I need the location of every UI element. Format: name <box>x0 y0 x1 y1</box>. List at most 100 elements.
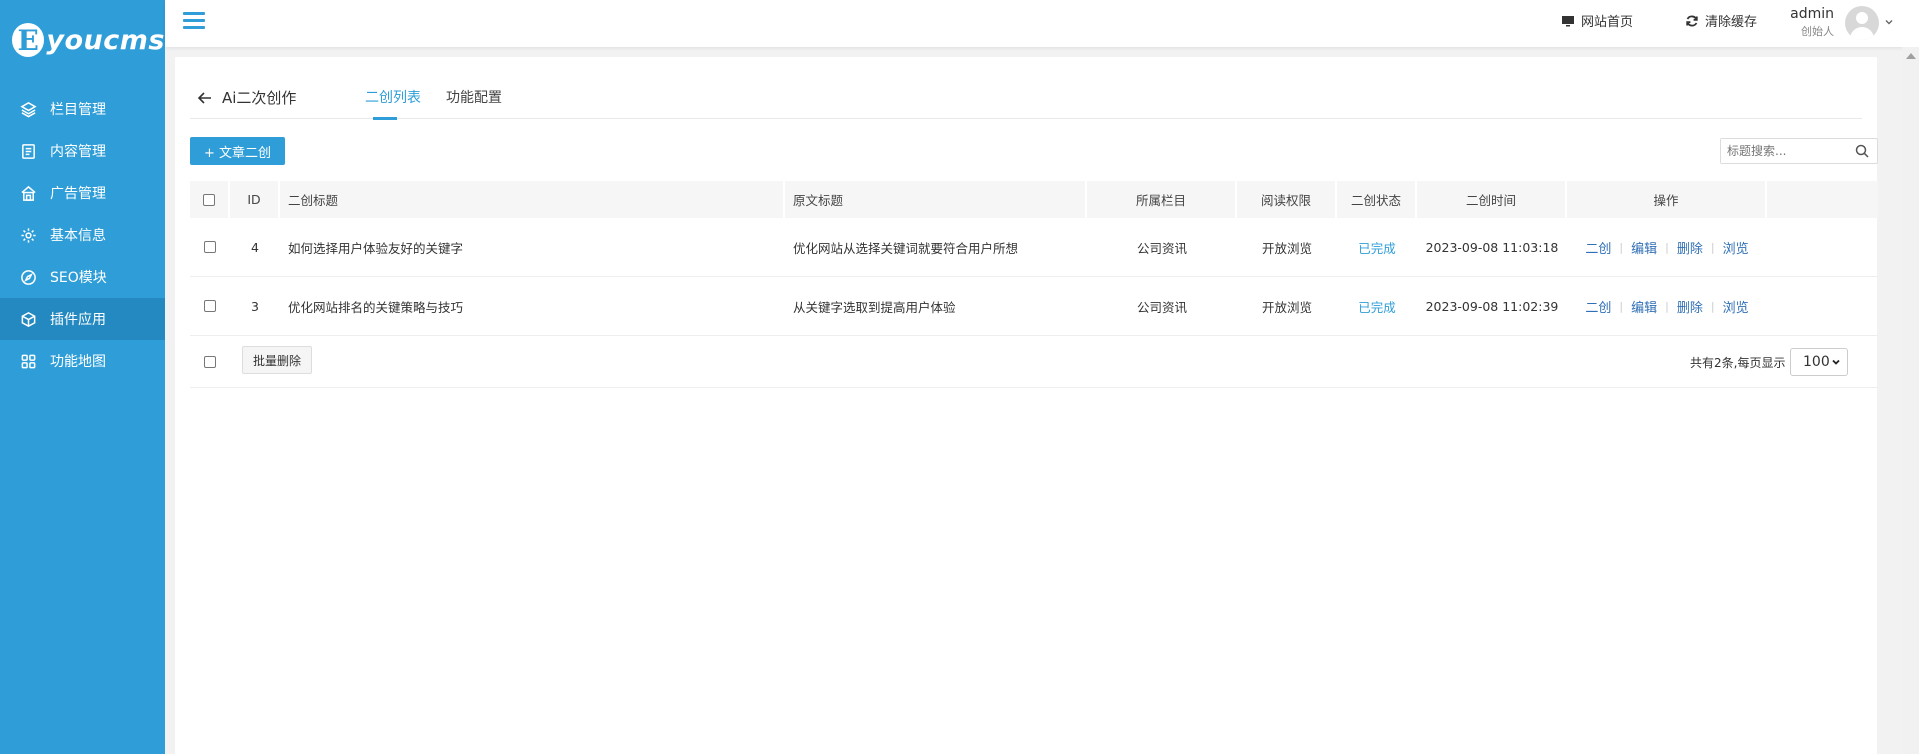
status-badge: 已完成 <box>1358 299 1396 315</box>
footer-checkbox-cell <box>190 336 230 387</box>
logo-mark: E <box>12 23 45 57</box>
select-all-checkbox[interactable] <box>203 193 215 206</box>
header-column: 所属栏目 <box>1087 181 1237 218</box>
header-operations: 操作 <box>1567 181 1767 218</box>
vertical-scrollbar[interactable] <box>1902 47 1919 754</box>
compass-icon <box>21 269 36 285</box>
view-link[interactable]: 浏览 <box>1723 238 1749 257</box>
clear-cache-link[interactable]: 清除缓存 <box>1685 11 1757 30</box>
layers-icon <box>20 101 37 117</box>
active-tab-indicator <box>373 117 397 120</box>
row-checkbox-cell <box>190 218 230 276</box>
row-title: 优化网站排名的关键策略与技巧 <box>288 299 464 315</box>
sidebar-item-basic-info[interactable]: 基本信息 <box>0 214 165 256</box>
table-header-row: ID 二创标题 原文标题 所属栏目 阅读权限 二创状态 二创时间 操作 <box>190 181 1878 218</box>
row-checkbox-cell <box>190 277 230 335</box>
header-original-title: 原文标题 <box>785 181 1087 218</box>
header-time: 二创时间 <box>1417 181 1567 218</box>
refresh-icon <box>1686 15 1698 26</box>
footer-select-all-checkbox[interactable] <box>204 355 216 368</box>
sidebar-item-plugins[interactable]: 插件应用 <box>0 298 165 340</box>
gear-icon <box>21 227 36 243</box>
row-checkbox[interactable] <box>204 300 216 312</box>
status-badge: 已完成 <box>1358 240 1396 256</box>
row-original-title: 优化网站从选择关键词就要符合用户所想 <box>793 240 1019 256</box>
sidebar-item-label: 栏目管理 <box>50 102 106 118</box>
user-role: 创始人 <box>1801 25 1834 38</box>
row-id: 3 <box>251 298 259 314</box>
logo-text: youcms <box>46 24 165 56</box>
sidebar-item-function-map[interactable]: 功能地图 <box>0 340 165 382</box>
row-title: 如何选择用户体验友好的关键字 <box>288 240 464 256</box>
menu-toggle-icon[interactable] <box>183 12 205 34</box>
row-column: 公司资讯 <box>1136 299 1187 315</box>
delete-link[interactable]: 删除 <box>1677 238 1703 257</box>
sidebar-item-seo[interactable]: SEO模块 <box>0 256 165 298</box>
avatar[interactable] <box>1845 6 1879 40</box>
arrow-left-icon <box>197 91 211 104</box>
chevron-down-icon[interactable] <box>1884 17 1894 27</box>
scroll-up-arrow-icon[interactable] <box>1906 53 1916 59</box>
rewrite-link[interactable]: 二创 <box>1585 238 1611 257</box>
site-home-label: 网站首页 <box>1581 15 1634 30</box>
grid-icon <box>21 354 36 368</box>
row-operations: 二创 | 编辑 | 删除 | 浏览 <box>1567 218 1767 276</box>
document-icon <box>22 143 35 159</box>
view-link[interactable]: 浏览 <box>1723 297 1749 316</box>
row-id: 4 <box>251 239 259 255</box>
delete-link[interactable]: 删除 <box>1677 297 1703 316</box>
sidebar-item-content[interactable]: 内容管理 <box>0 130 165 172</box>
row-permission: 开放浏览 <box>1261 240 1312 256</box>
back-button[interactable]: Ai二次创作 <box>196 87 296 108</box>
sidebar-item-label: 广告管理 <box>50 186 106 202</box>
page-size-select[interactable]: 100 <box>1790 348 1848 376</box>
tab-function-config[interactable]: 功能配置 <box>446 87 502 107</box>
topbar: 网站首页 清除缓存 admin 创始人 <box>165 0 1919 47</box>
sidebar-item-label: 基本信息 <box>50 228 106 244</box>
sidebar: E youcms 栏目管理 内容管理 广告管理 基本信息 SEO模块 插件应用 <box>0 0 165 754</box>
row-permission: 开放浏览 <box>1261 299 1312 315</box>
header-checkbox-cell <box>190 181 230 218</box>
table-row: 4 如何选择用户体验友好的关键字 优化网站从选择关键词就要符合用户所想 公司资讯… <box>190 218 1878 277</box>
chevron-down-icon <box>1832 359 1840 365</box>
sidebar-item-label: 插件应用 <box>50 312 106 328</box>
header-status: 二创状态 <box>1337 181 1417 218</box>
row-time: 2023-09-08 11:03:18 <box>1425 239 1559 255</box>
sidebar-item-label: SEO模块 <box>50 270 107 286</box>
monitor-icon <box>1562 15 1574 26</box>
site-home-link[interactable]: 网站首页 <box>1561 11 1633 30</box>
header-title: 二创标题 <box>280 181 785 218</box>
search-input[interactable] <box>1721 139 1851 163</box>
cube-icon <box>21 311 36 327</box>
add-rewrite-button[interactable]: + 文章二创 <box>190 137 285 165</box>
search-icon[interactable] <box>1855 144 1869 158</box>
table-row: 3 优化网站排名的关键策略与技巧 从关键字选取到提高用户体验 公司资讯 开放浏览… <box>190 277 1878 336</box>
rewrite-table: ID 二创标题 原文标题 所属栏目 阅读权限 二创状态 二创时间 操作 4 如何… <box>190 181 1878 388</box>
sidebar-item-label: 功能地图 <box>50 354 106 370</box>
header-id: ID <box>230 181 280 218</box>
edit-link[interactable]: 编辑 <box>1631 238 1657 257</box>
edit-link[interactable]: 编辑 <box>1631 297 1657 316</box>
sidebar-item-ads[interactable]: 广告管理 <box>0 172 165 214</box>
sidebar-item-label: 内容管理 <box>50 144 106 160</box>
rewrite-link[interactable]: 二创 <box>1585 297 1611 316</box>
user-info[interactable]: admin 创始人 <box>1750 6 1834 39</box>
header-permission: 阅读权限 <box>1237 181 1337 218</box>
house-icon <box>21 185 36 201</box>
page-title: Ai二次创作 <box>222 89 297 107</box>
sidebar-nav: 栏目管理 内容管理 广告管理 基本信息 SEO模块 插件应用 功能地图 <box>0 88 165 382</box>
row-operations: 二创 | 编辑 | 删除 | 浏览 <box>1567 277 1767 335</box>
tab-rewrite-list[interactable]: 二创列表 <box>365 87 421 107</box>
page-size-value: 100 <box>1803 354 1830 370</box>
user-name: admin <box>1790 6 1834 22</box>
page-info: 共有2条,每页显示 <box>1690 356 1786 370</box>
main-panel: Ai二次创作 二创列表 功能配置 + 文章二创 ID 二创标题 原文标题 所属栏… <box>175 57 1878 754</box>
search-box <box>1720 138 1878 164</box>
row-checkbox[interactable] <box>204 241 216 253</box>
sidebar-item-columns[interactable]: 栏目管理 <box>0 88 165 130</box>
table-footer: 批量删除 共有2条,每页显示 100 <box>190 336 1878 388</box>
row-time: 2023-09-08 11:02:39 <box>1425 298 1559 314</box>
row-column: 公司资讯 <box>1136 240 1187 256</box>
logo[interactable]: E youcms <box>0 0 165 80</box>
batch-delete-button[interactable]: 批量删除 <box>242 346 312 374</box>
